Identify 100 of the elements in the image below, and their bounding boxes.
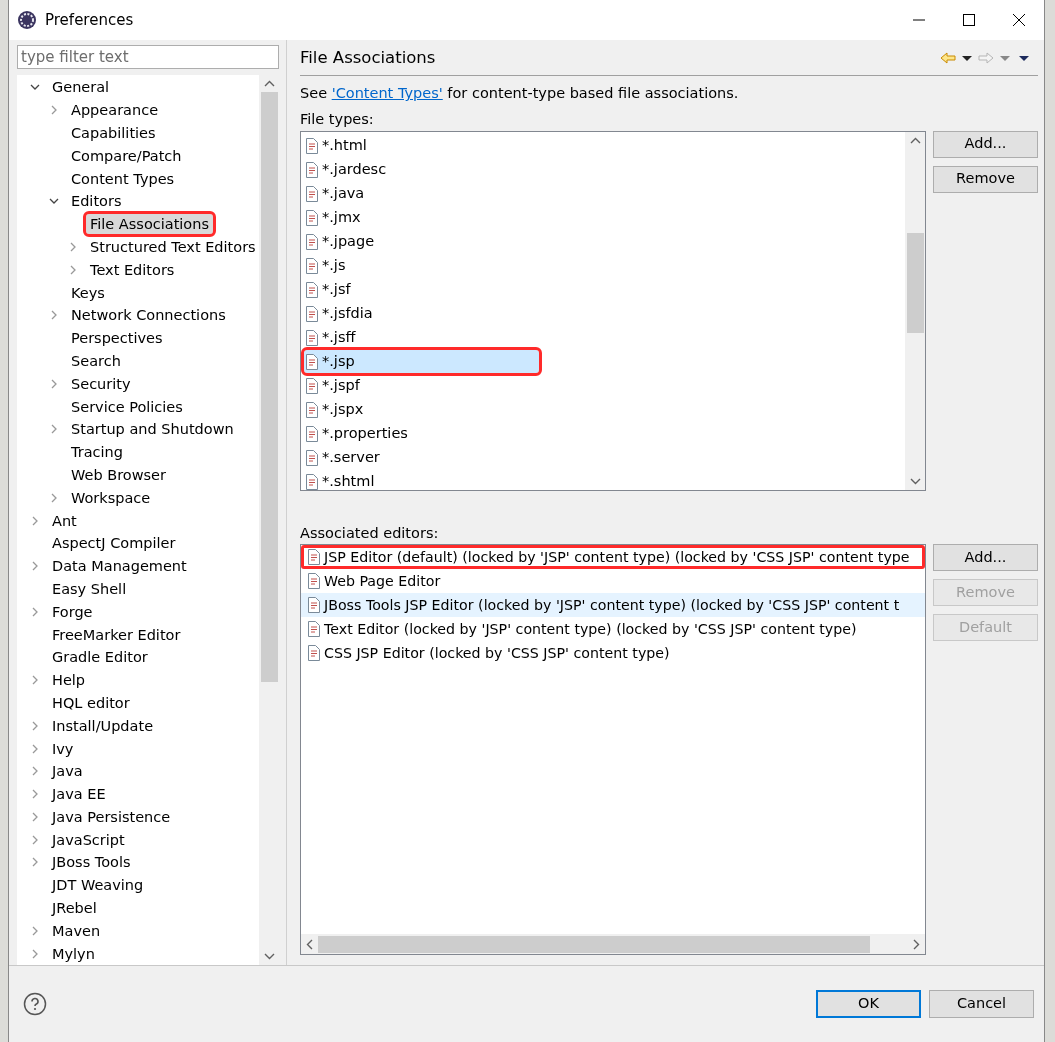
file-type-item[interactable]: *.jsfdia xyxy=(304,302,379,325)
tree-item[interactable]: Capabilities xyxy=(67,123,160,143)
file-type-item[interactable]: *.server xyxy=(304,446,386,469)
tree-item[interactable]: Text Editors xyxy=(86,259,179,280)
scroll-thumb[interactable] xyxy=(260,92,278,682)
tree-item[interactable]: Editors xyxy=(67,191,126,212)
tree-item[interactable]: Easy Shell xyxy=(48,578,131,599)
file-type-item[interactable]: *.jspx xyxy=(304,398,370,421)
file-type-item[interactable]: *.jsff xyxy=(304,326,362,349)
tree-item[interactable]: Mylyn xyxy=(48,943,99,964)
file-icon xyxy=(304,353,320,370)
tree-item[interactable]: Data Management xyxy=(48,556,191,577)
file-icon xyxy=(304,161,320,178)
file-type-item[interactable]: *.html xyxy=(304,134,373,157)
file-types-scrollbar[interactable] xyxy=(905,131,925,490)
page-title: File Associations xyxy=(300,46,436,69)
scroll-thumb[interactable] xyxy=(906,232,924,333)
tree-item[interactable]: Structured Text Editors xyxy=(86,236,259,257)
tree-item[interactable]: HQL editor xyxy=(48,692,134,713)
maximize-icon xyxy=(963,14,975,26)
tree-item[interactable]: Startup and Shutdown xyxy=(67,419,238,440)
tree-item[interactable]: Forge xyxy=(48,601,97,622)
file-icon xyxy=(304,401,320,418)
editor-item[interactable]: Web Page Editor xyxy=(301,569,925,594)
file-type-item[interactable]: *.jardesc xyxy=(304,158,393,181)
file-icon xyxy=(304,185,320,202)
file-type-item[interactable]: *.jpage xyxy=(304,230,381,253)
help-icon xyxy=(23,992,47,1017)
file-type-item[interactable]: *.jmx xyxy=(304,206,367,229)
tree-item[interactable]: Network Connections xyxy=(67,305,230,326)
editor-item[interactable]: JSP Editor (default) (locked by 'JSP' content type) (locked by 'CSS JSP' content type xyxy=(301,545,925,570)
editors-scrollbar[interactable] xyxy=(301,934,925,955)
tree-item[interactable]: Web Browser xyxy=(67,464,170,485)
close-icon xyxy=(1013,14,1025,26)
dialog-button[interactable]: Remove xyxy=(933,165,1038,193)
file-icon xyxy=(304,425,320,442)
tree-item[interactable]: Ivy xyxy=(48,738,78,759)
tree-item[interactable]: FreeMarker Editor xyxy=(48,624,185,645)
filter-field[interactable]: type filter text xyxy=(17,45,279,69)
file-icon xyxy=(306,645,322,662)
editors-label: Associated editors: xyxy=(300,523,440,543)
scroll-thumb[interactable] xyxy=(318,935,870,953)
file-type-item[interactable]: *.js xyxy=(304,254,352,277)
tree-item[interactable]: Perspectives xyxy=(67,328,167,349)
tree-item[interactable]: Search xyxy=(67,350,125,371)
file-type-item[interactable]: *.java xyxy=(304,182,371,205)
file-type-item[interactable]: *.shtml xyxy=(304,470,381,493)
file-icon xyxy=(304,233,320,250)
tree-item[interactable]: Maven xyxy=(48,920,105,941)
file-icon xyxy=(306,573,322,590)
help-button[interactable] xyxy=(23,991,47,1017)
tree-item[interactable]: Tracing xyxy=(67,442,127,463)
file-type-item[interactable]: *.properties xyxy=(304,422,414,445)
tree-item[interactable]: Java xyxy=(48,761,87,782)
file-type-item[interactable]: *.jsp xyxy=(304,350,539,373)
file-icon xyxy=(304,449,320,466)
tree-item[interactable]: Install/Update xyxy=(48,715,158,736)
tree-item[interactable]: File Associations xyxy=(86,214,213,235)
file-icon xyxy=(304,329,320,346)
tree-item[interactable]: Java Persistence xyxy=(48,806,175,827)
file-icon xyxy=(306,549,322,566)
tree-item[interactable]: Workspace xyxy=(67,487,155,508)
file-types-label: File types: xyxy=(300,109,375,129)
tree-item[interactable]: Appearance xyxy=(67,100,163,121)
tree-item[interactable]: AspectJ Compiler xyxy=(48,533,180,554)
file-type-item[interactable]: *.jsf xyxy=(304,278,357,301)
tree-item[interactable]: Java EE xyxy=(48,784,110,805)
tree-item[interactable]: JDT Weaving xyxy=(48,875,148,896)
tree-item[interactable]: Content Types xyxy=(67,168,179,189)
tree-item[interactable]: Gradle Editor xyxy=(48,647,152,668)
file-icon xyxy=(304,305,320,322)
tree-item[interactable]: Security xyxy=(67,373,135,394)
tree-item[interactable]: Compare/Patch xyxy=(67,145,186,166)
dialog-button[interactable]: Cancel xyxy=(929,990,1034,1018)
file-icon xyxy=(304,377,320,394)
file-icon xyxy=(306,597,322,614)
content-types-link[interactable]: 'Content Types' xyxy=(331,85,443,101)
tree-item[interactable]: JBoss Tools xyxy=(48,852,135,873)
editor-item[interactable]: Text Editor (locked by 'JSP' content type) (locked by 'CSS JSP' content type) xyxy=(301,617,925,642)
dialog-button[interactable]: Add... xyxy=(933,130,1038,158)
window-title: Preferences xyxy=(45,9,134,31)
tree-item[interactable]: JavaScript xyxy=(48,829,129,850)
editor-item[interactable]: CSS JSP Editor (locked by 'CSS JSP' content type) xyxy=(301,641,925,666)
intro-text: See 'Content Types' for content-type based file associations. xyxy=(300,84,740,103)
tree-item[interactable]: General xyxy=(48,77,114,98)
tree-item[interactable]: Keys xyxy=(67,282,109,303)
tree-item[interactable]: Service Policies xyxy=(67,396,187,417)
tree-item[interactable]: Ant xyxy=(48,510,81,531)
file-icon xyxy=(304,137,320,154)
file-type-item[interactable]: *.jspf xyxy=(304,374,366,397)
dialog-button[interactable]: Add... xyxy=(933,544,1038,572)
tree-scrollbar[interactable] xyxy=(259,75,279,965)
file-icon xyxy=(306,621,322,638)
file-icon xyxy=(304,209,320,226)
tree-item[interactable]: JRebel xyxy=(48,898,101,919)
editor-item[interactable]: JBoss Tools JSP Editor (locked by 'JSP' content type) (locked by 'CSS JSP' content t xyxy=(301,593,925,618)
file-icon xyxy=(304,281,320,298)
tree-item[interactable]: Help xyxy=(48,670,90,691)
dialog-button[interactable]: OK xyxy=(816,990,921,1018)
app-icon xyxy=(17,10,37,30)
